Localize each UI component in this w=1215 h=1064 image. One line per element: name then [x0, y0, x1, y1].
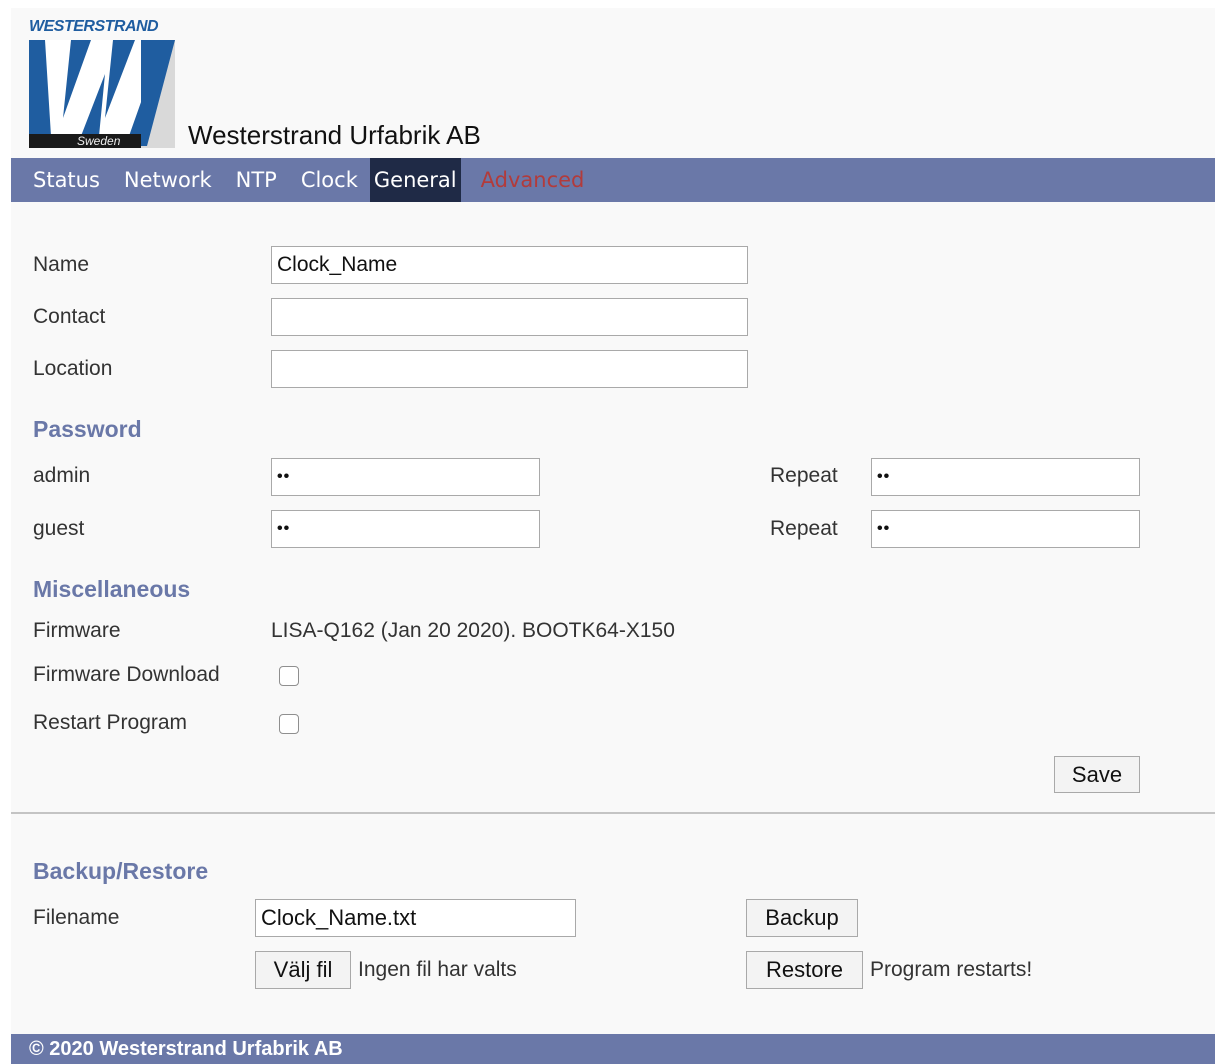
choose-file-button[interactable]: Välj fil [255, 951, 351, 989]
section-divider [11, 812, 1215, 814]
logo-graphic [29, 40, 175, 148]
guest-repeat-input[interactable]: •• [871, 510, 1140, 548]
no-file-chosen-text: Ingen fil har valts [358, 958, 517, 981]
main-nav: Status Network NTP Clock General Advance… [11, 158, 1215, 202]
logo-country-text: Sweden [77, 134, 121, 148]
misc-heading: Miscellaneous [33, 576, 191, 602]
nav-tab-network[interactable]: Network [112, 158, 224, 202]
restart-program-checkbox[interactable] [279, 714, 299, 734]
nav-tab-general[interactable]: General [369, 158, 461, 202]
contact-input[interactable] [271, 298, 748, 336]
admin-repeat-label: Repeat [770, 464, 838, 487]
firmware-download-label: Firmware Download [33, 663, 220, 686]
nav-tab-ntp[interactable]: NTP [224, 158, 289, 202]
firmware-label: Firmware [33, 619, 121, 642]
contact-label: Contact [33, 305, 106, 328]
firmware-value: LISA-Q162 (Jan 20 2020). BOOTK64-X150 [271, 619, 675, 642]
nav-tab-status[interactable]: Status [11, 158, 112, 202]
backup-button[interactable]: Backup [746, 899, 858, 937]
admin-repeat-input[interactable]: •• [871, 458, 1140, 496]
filename-label: Filename [33, 906, 120, 929]
location-input[interactable] [271, 350, 748, 388]
filename-input[interactable]: Clock_Name.txt [255, 899, 576, 937]
guest-password-input[interactable]: •• [271, 510, 540, 548]
footer-copyright: © 2020 Westerstrand Urfabrik AB [29, 1037, 343, 1060]
restart-note: Program restarts! [870, 958, 1033, 981]
logo-brand-text: WESTERSTRAND [29, 18, 159, 35]
guest-repeat-label: Repeat [770, 517, 838, 540]
company-title: Westerstrand Urfabrik AB [188, 120, 481, 150]
guest-label: guest [33, 517, 85, 540]
nav-tab-clock[interactable]: Clock [289, 158, 370, 202]
name-label: Name [33, 253, 90, 276]
page: WESTERSTRAND Sweden Westerstrand Urfabri… [11, 8, 1215, 1064]
nav-tab-advanced[interactable]: Advanced [469, 158, 597, 202]
restart-program-label: Restart Program [33, 711, 188, 734]
firmware-download-checkbox[interactable] [279, 666, 299, 686]
admin-label: admin [33, 464, 91, 487]
restore-button[interactable]: Restore [746, 951, 863, 989]
admin-password-input[interactable]: •• [271, 458, 540, 496]
location-label: Location [33, 357, 113, 380]
company-logo: WESTERSTRAND Sweden [29, 18, 175, 152]
backup-restore-heading: Backup/Restore [33, 858, 209, 884]
password-heading: Password [33, 416, 142, 442]
name-input[interactable]: Clock_Name [271, 246, 748, 284]
save-button[interactable]: Save [1054, 756, 1140, 793]
footer: © 2020 Westerstrand Urfabrik AB [11, 1034, 1215, 1064]
